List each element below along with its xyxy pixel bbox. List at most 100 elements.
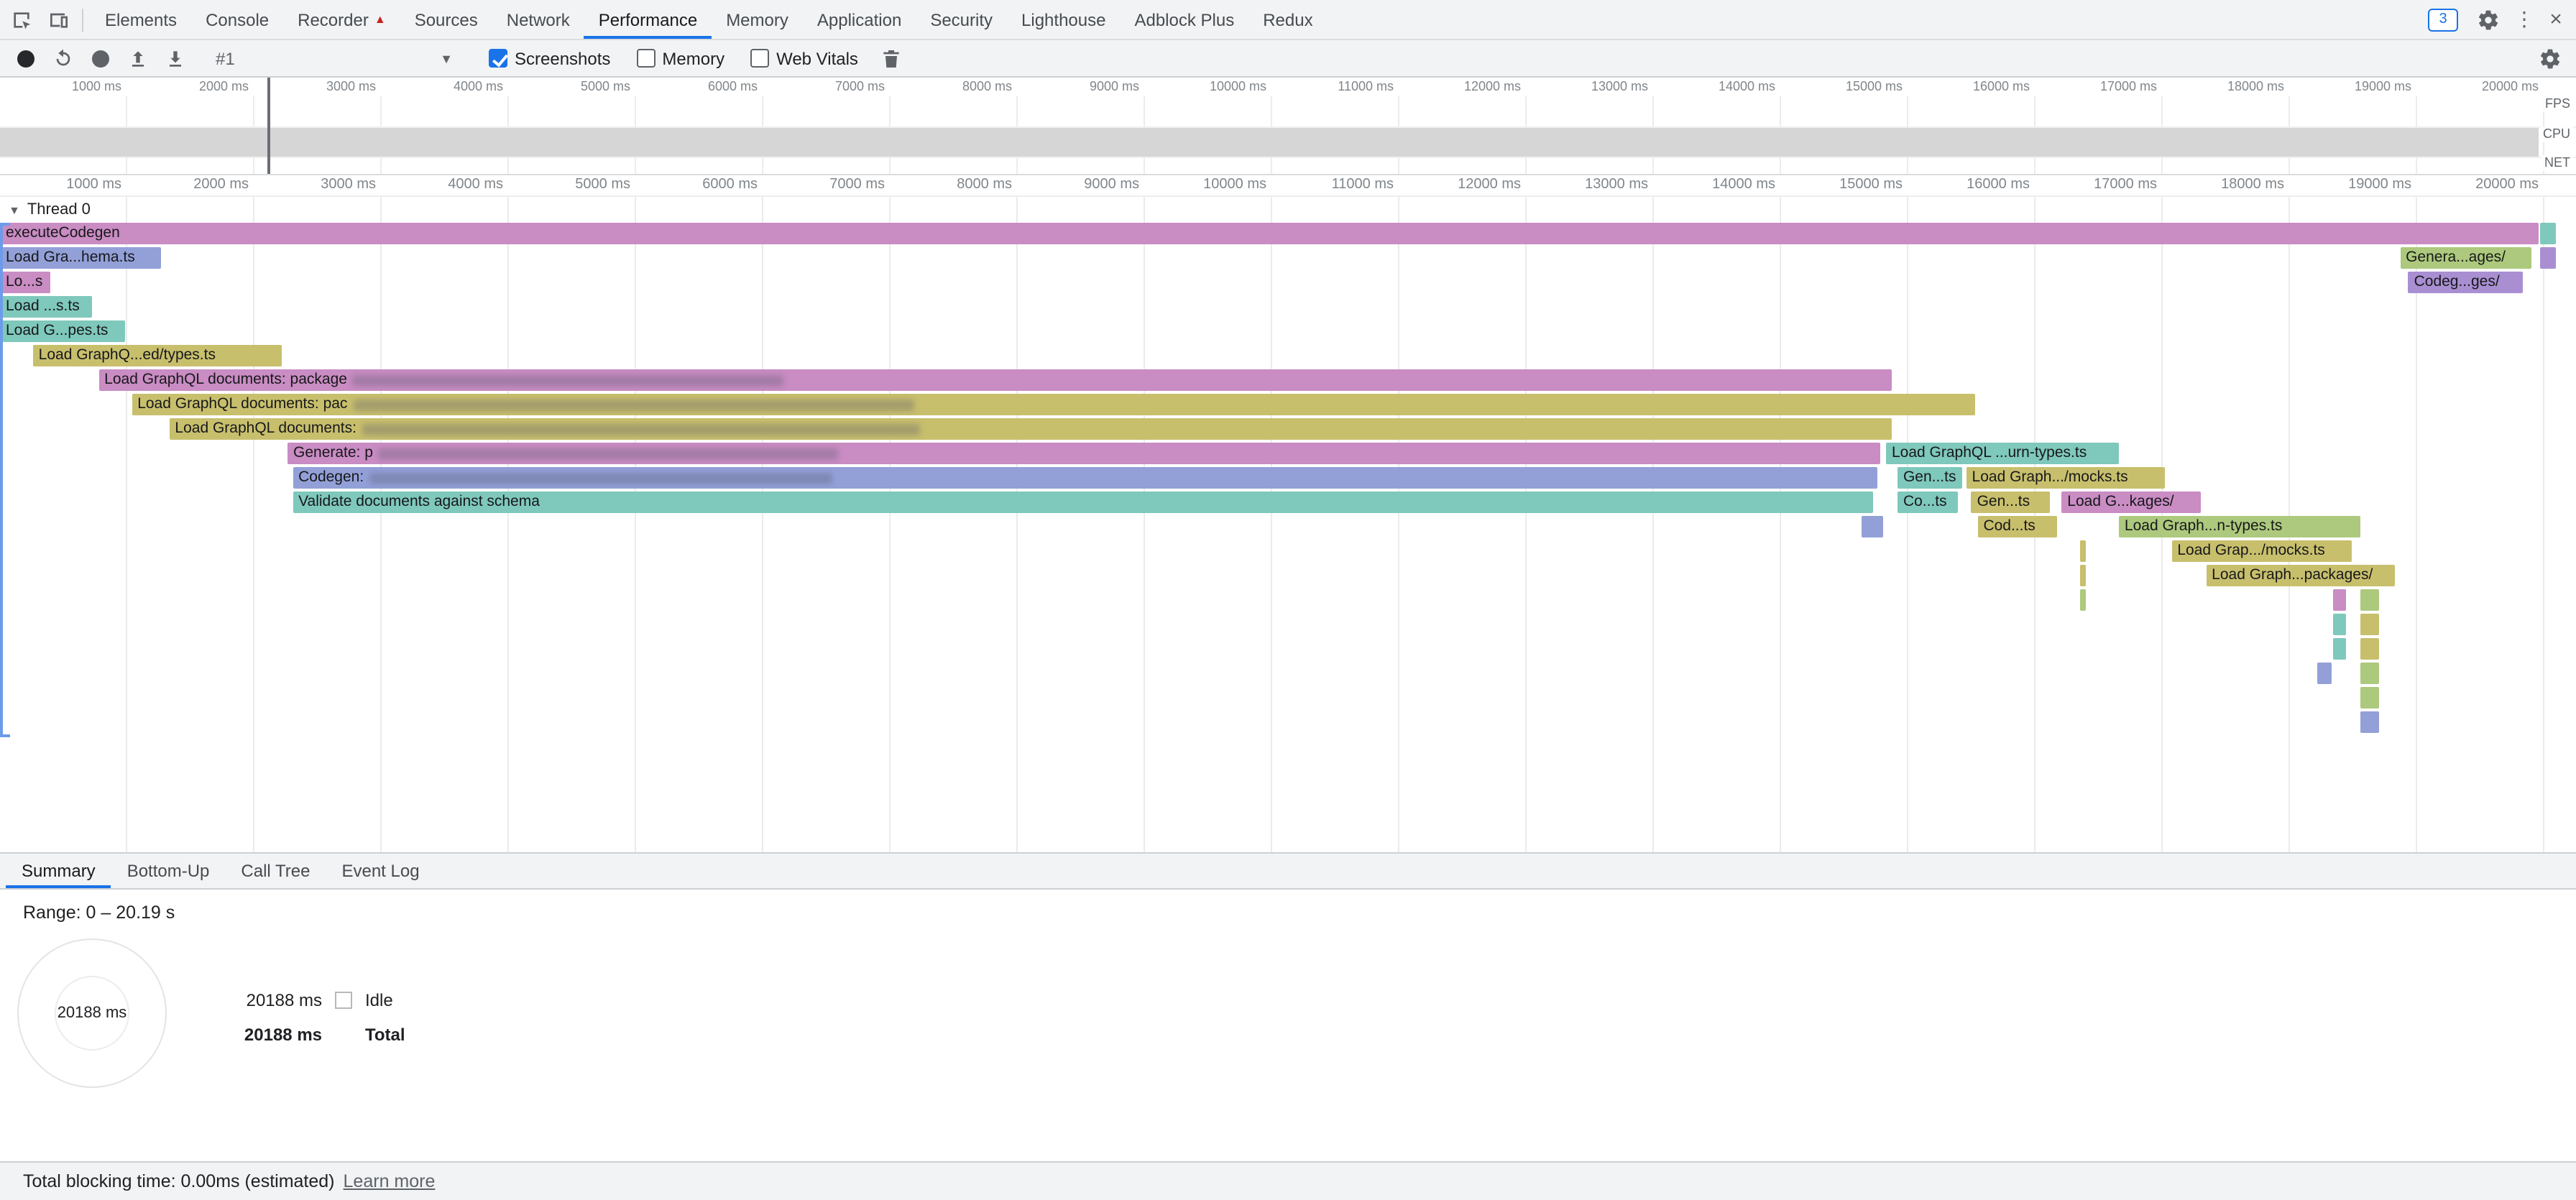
ruler-tick: 2000 ms — [199, 79, 249, 93]
flame-event-gen-ts[interactable]: Gen...ts — [1972, 491, 2051, 513]
checkbox-memory[interactable]: Memory — [636, 48, 724, 68]
flame-event-label: Load GraphQL documents: package — [104, 369, 347, 391]
tab-adblock-plus[interactable]: Adblock Plus — [1120, 0, 1248, 39]
tab-recorder[interactable]: Recorder ▲ — [283, 0, 400, 39]
flame-event-load-g-kages[interactable]: Load G...kages/ — [2061, 491, 2202, 513]
load-profile-button[interactable] — [121, 42, 155, 74]
flame-event[interactable] — [2318, 663, 2332, 684]
flamechart-canvas[interactable]: ▼ Thread 0 executeCodegen Load Gra...hema… — [0, 197, 2576, 852]
flame-event-gen-ts[interactable]: Gen...ts — [1898, 467, 1961, 489]
flame-event-load-gra-hema-ts[interactable]: Load Gra...hema.ts — [0, 247, 161, 269]
settings-button[interactable] — [2470, 2, 2507, 37]
tab-application[interactable]: Application — [803, 0, 916, 39]
tab-redux[interactable]: Redux — [1248, 0, 1327, 39]
flame-event-label: Gen...ts — [1977, 491, 2030, 513]
issues-counter[interactable]: 3 — [2428, 8, 2458, 31]
thread-group-header[interactable]: ▼ Thread 0 — [9, 201, 91, 218]
ruler-tick: 10000 ms — [1210, 79, 1266, 93]
device-toolbar-button[interactable] — [40, 2, 78, 37]
flame-event-generate-p[interactable]: Generate: p — [288, 443, 1881, 464]
flame-event-codegen[interactable]: Codegen: — [293, 467, 1877, 489]
flame-event-load-graphql-documents-pac[interactable]: Load GraphQL documents: pac — [132, 394, 1974, 415]
flame-event[interactable] — [2360, 711, 2379, 733]
flame-event[interactable] — [2079, 565, 2085, 586]
tab-memory[interactable]: Memory — [712, 0, 803, 39]
tab-network[interactable]: Network — [492, 0, 584, 39]
flame-event[interactable] — [2360, 589, 2379, 611]
tab-label: Recorder — [298, 9, 369, 29]
delete-recording-button[interactable] — [874, 42, 908, 74]
flame-event-co-ts[interactable]: Co...ts — [1898, 491, 1958, 513]
tab-call-tree[interactable]: Call Tree — [225, 854, 326, 888]
history-dropdown[interactable]: #1 ▼ — [207, 48, 461, 68]
flame-event[interactable] — [2332, 589, 2346, 611]
flame-event[interactable] — [2332, 614, 2346, 635]
flame-event-executecodegen[interactable]: executeCodegen — [0, 223, 2538, 244]
selection-bracket-handle[interactable] — [0, 223, 12, 737]
clear-recording-button[interactable] — [83, 42, 118, 74]
flame-event-load-g-pes-ts[interactable]: Load G...pes.ts — [0, 320, 124, 342]
redacted-text — [379, 448, 839, 459]
record-and-reload-button[interactable] — [46, 42, 80, 74]
fps-lane-label: FPS — [2542, 96, 2573, 112]
tabbar-left-icons — [0, 0, 91, 39]
flame-event-load-graph-n-types-ts[interactable]: Load Graph...n-types.ts — [2119, 516, 2360, 537]
flame-event-load-graphql-documents[interactable]: Load GraphQL documents: — [169, 418, 1891, 440]
inspect-element-button[interactable] — [3, 2, 40, 37]
ruler-tick: 18000 ms — [2227, 79, 2284, 93]
record-button[interactable] — [9, 42, 43, 74]
flame-event-validate-documents-against-schema[interactable]: Validate documents against schema — [293, 491, 1872, 513]
checkbox-label: Screenshots — [515, 48, 610, 68]
capture-settings-button[interactable] — [2533, 42, 2567, 74]
flame-event-load-graphql-urn-types-ts[interactable]: Load GraphQL ...urn-types.ts — [1886, 443, 2119, 464]
tab-elements[interactable]: Elements — [91, 0, 191, 39]
flame-event[interactable] — [2540, 223, 2557, 244]
tab-console[interactable]: Console — [191, 0, 283, 39]
flame-event[interactable] — [1862, 516, 1883, 537]
tab-security[interactable]: Security — [916, 0, 1007, 39]
tab-label: Sources — [415, 9, 478, 29]
flame-event[interactable] — [2540, 247, 2557, 269]
flame-event[interactable] — [2079, 589, 2085, 611]
learn-more-link[interactable]: Learn more — [344, 1171, 436, 1191]
close-devtools-button[interactable]: × — [2542, 7, 2570, 32]
flame-event[interactable] — [2360, 638, 2379, 660]
tab-lighthouse[interactable]: Lighthouse — [1007, 0, 1120, 39]
timeline-overview[interactable]: 1000 ms2000 ms3000 ms4000 ms5000 ms6000 … — [0, 78, 2576, 175]
flame-event-load-graphq-ed-types-ts[interactable]: Load GraphQ...ed/types.ts — [33, 345, 282, 366]
checkbox-screenshots[interactable]: Screenshots — [489, 48, 610, 68]
legend-swatch — [335, 992, 352, 1009]
flame-event-codeg-ges[interactable]: Codeg...ges/ — [2409, 272, 2524, 293]
tab-bottom-up[interactable]: Bottom-Up — [111, 854, 226, 888]
flame-event-genera-ages[interactable]: Genera...ages/ — [2400, 247, 2531, 269]
tab-sources[interactable]: Sources — [400, 0, 492, 39]
tab-summary[interactable]: Summary — [6, 854, 111, 888]
flame-event[interactable] — [2360, 614, 2379, 635]
ruler-tick: 16000 ms — [1973, 79, 2030, 93]
tab-label: Security — [930, 9, 993, 29]
flame-event[interactable] — [2332, 638, 2346, 660]
checkbox-web-vitals[interactable]: Web Vitals — [750, 48, 858, 68]
flame-event-cod-ts[interactable]: Cod...ts — [1977, 516, 2057, 537]
tab-performance[interactable]: Performance — [584, 0, 712, 39]
flame-event-load-grap-mocks-ts[interactable]: Load Grap.../mocks.ts — [2171, 540, 2352, 562]
flame-event-load-graph-mocks-ts[interactable]: Load Graph.../mocks.ts — [1966, 467, 2166, 489]
tab-label: Network — [507, 9, 570, 29]
flame-event[interactable] — [2360, 663, 2379, 684]
save-profile-button[interactable] — [158, 42, 193, 74]
flame-event-load-graph-packages[interactable]: Load Graph...packages/ — [2206, 565, 2395, 586]
more-options-button[interactable]: ⋮ — [2510, 7, 2539, 32]
redacted-text — [353, 374, 784, 386]
flame-event[interactable] — [2360, 687, 2379, 709]
ruler-tick: 14000 ms — [1719, 79, 1775, 93]
flame-event-load-graphql-documents-package[interactable]: Load GraphQL documents: package — [98, 369, 1892, 391]
flame-event[interactable] — [2079, 540, 2085, 562]
summary-pane: Range: 0 – 20.19 s 20188 ms 20188 msIdle… — [0, 890, 2576, 1161]
thread-label: Thread 0 — [27, 201, 91, 218]
tab-event-log[interactable]: Event Log — [326, 854, 435, 888]
range-text: Range: 0 – 20.19 s — [23, 903, 175, 923]
flame-event-label: Co...ts — [1903, 491, 1947, 513]
overview-lanes[interactable] — [0, 96, 2576, 174]
recorder-warning-icon: ▲ — [374, 14, 386, 25]
flame-event-load-s-ts[interactable]: Load ...s.ts — [0, 296, 92, 318]
